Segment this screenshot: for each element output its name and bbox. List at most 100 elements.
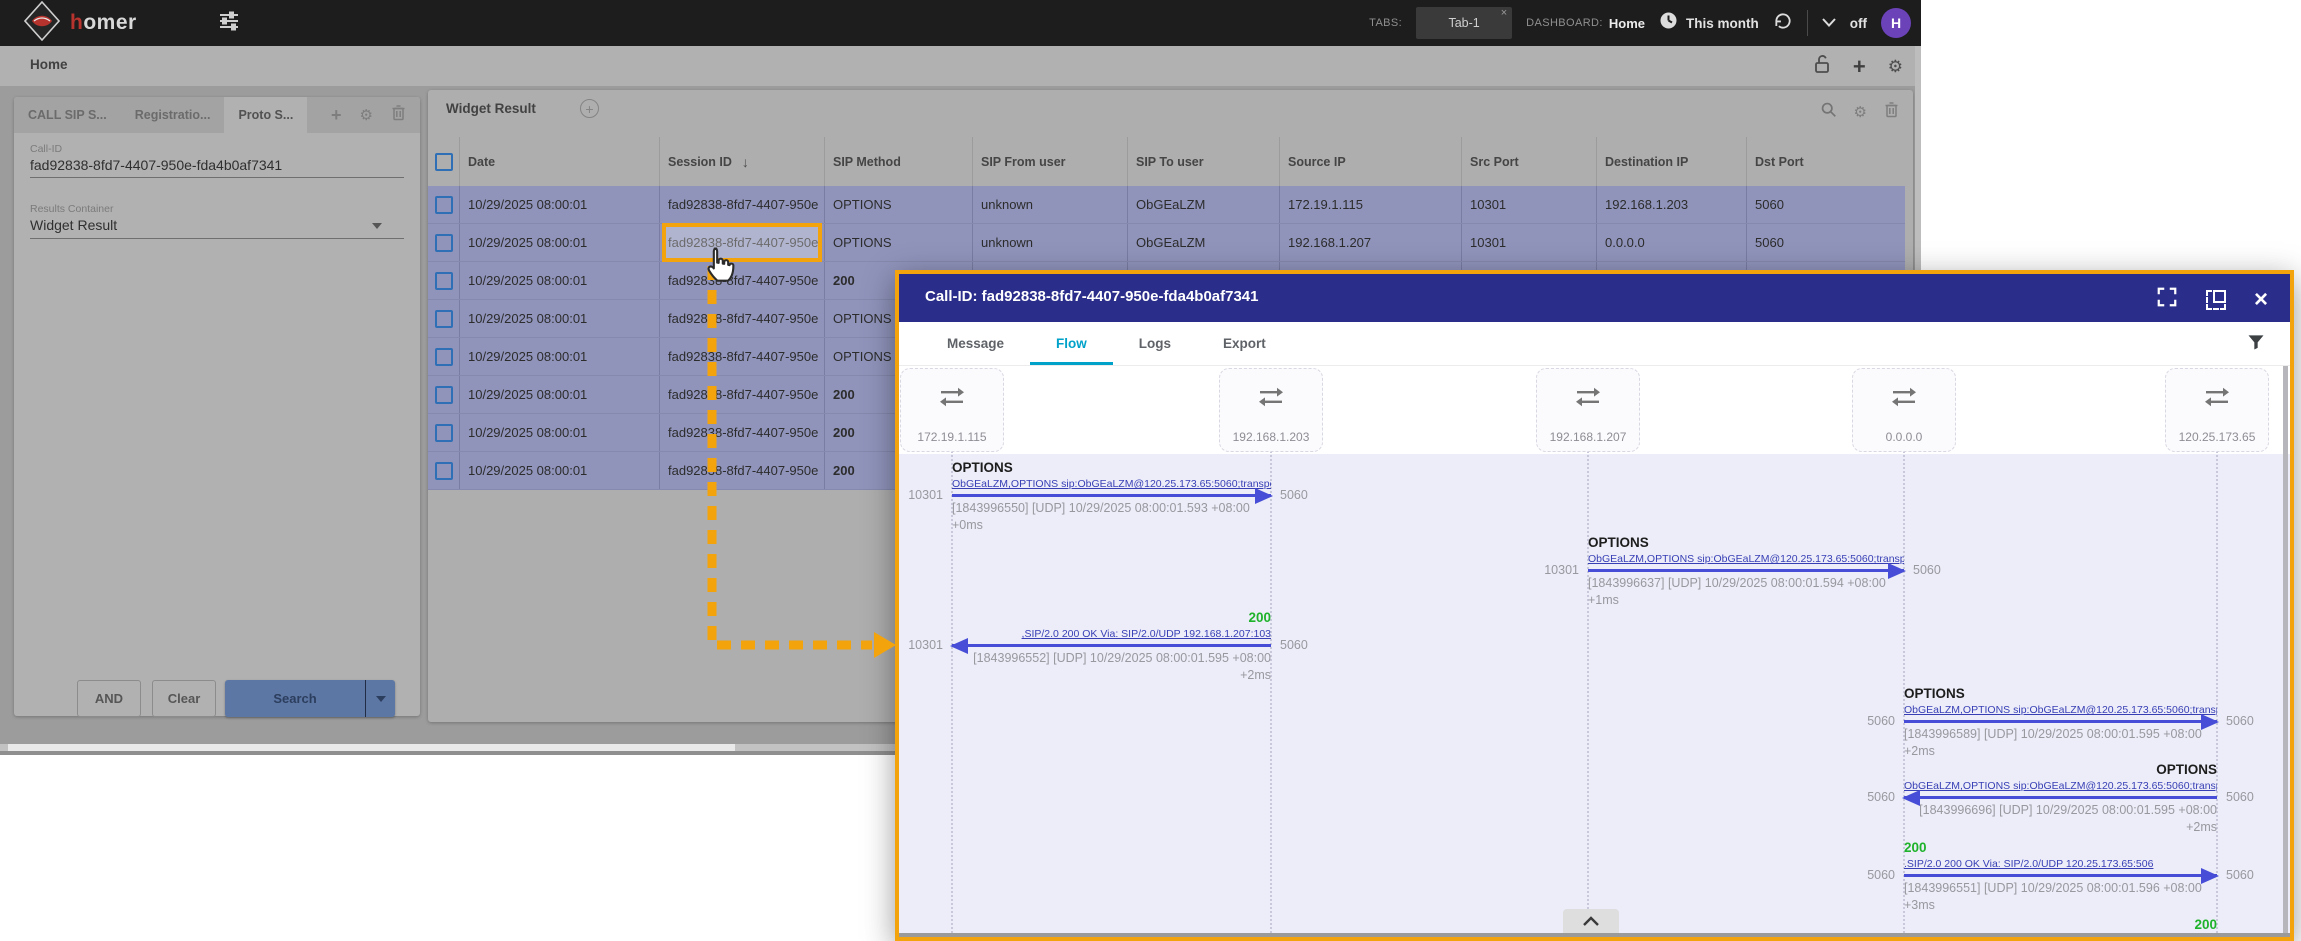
search-options-dropdown-icon[interactable]: [366, 680, 395, 717]
col-src-port[interactable]: Src Port: [1462, 137, 1597, 186]
tab-export[interactable]: Export: [1197, 322, 1292, 365]
results-container-dropdown-icon[interactable]: [372, 223, 382, 229]
flow-message[interactable]: 200 ,SIP/2.0 200 OK Via: SIP/2.0/UDP 192…: [952, 610, 1271, 682]
horizontal-scrollbar-thumb[interactable]: [8, 744, 735, 751]
modal-tabs: Message Flow Logs Export: [899, 322, 2290, 366]
unlock-icon[interactable]: [1813, 54, 1831, 79]
col-source-ip[interactable]: Source IP: [1280, 137, 1462, 186]
tab-call-sip-search[interactable]: CALL SIP S...: [14, 97, 121, 133]
tab-flow[interactable]: Flow: [1030, 322, 1113, 365]
refresh-icon[interactable]: [1773, 11, 1793, 36]
widget-settings-gear-icon[interactable]: ⚙: [1854, 103, 1867, 121]
row-checkbox[interactable]: [435, 386, 453, 404]
table-row[interactable]: 10/29/2025 08:00:01 fad92838-8fd7-4407-9…: [428, 186, 1905, 224]
col-sip-to-user[interactable]: SIP To user: [1128, 137, 1280, 186]
cell-session-id[interactable]: fad92838-8fd7-4407-950e: [660, 376, 825, 413]
sort-desc-icon[interactable]: ↓: [742, 154, 749, 170]
transfer-arrows-icon: [1220, 385, 1322, 409]
src-port-label: 10301: [1544, 563, 1579, 577]
panel-settings-gear-icon[interactable]: ⚙: [360, 106, 373, 124]
dashboard-settings-gear-icon[interactable]: ⚙: [1888, 57, 1903, 77]
call-id-input[interactable]: fad92838-8fd7-4407-950e-fda4b0af7341: [30, 157, 282, 173]
chevron-down-icon[interactable]: [1822, 14, 1836, 32]
homer-logo-icon[interactable]: [24, 1, 60, 46]
row-checkbox[interactable]: [435, 348, 453, 366]
close-icon[interactable]: ×: [2254, 290, 2268, 310]
message-link[interactable]: ObGEaLZM,OPTIONS sip:ObGEaLZM@120.25.173…: [1904, 780, 2217, 795]
cell-session-id[interactable]: fad92838-8fd7-4407-950e: [660, 414, 825, 451]
flow-message[interactable]: OPTIONS ObGEaLZM,OPTIONS sip:ObGEaLZM@12…: [1904, 762, 2217, 834]
flow-actor[interactable]: 172.19.1.115: [900, 368, 1004, 452]
message-link[interactable]: .SIP/2.0 200 OK Via: SIP/2.0/UDP 120.25.…: [1904, 858, 2217, 873]
widget-add-icon[interactable]: +: [580, 99, 599, 118]
modal-title: Call-ID: fad92838-8fd7-4407-950e-fda4b0a…: [925, 288, 1259, 305]
flow-message[interactable]: OPTIONS ObGEaLZM,OPTIONS sip:ObGEaLZM@12…: [952, 460, 1271, 532]
brand-name[interactable]: homer: [70, 11, 137, 35]
actor-ip: 192.168.1.207: [1537, 430, 1639, 444]
table-row[interactable]: 10/29/2025 08:00:01 fad92838-8fd7-4407-9…: [428, 224, 1905, 262]
flow-actor[interactable]: 192.168.1.207: [1536, 368, 1640, 452]
row-checkbox[interactable]: [435, 310, 453, 328]
tab-message[interactable]: Message: [921, 322, 1030, 365]
onoff-toggle[interactable]: off: [1850, 16, 1867, 31]
cell-session-id[interactable]: fad92838-8fd7-4407-950e: [660, 300, 825, 337]
row-checkbox[interactable]: [435, 424, 453, 442]
flow-right-scrollbar[interactable]: [2283, 366, 2288, 933]
select-all-checkbox[interactable]: [435, 153, 453, 171]
flow-message[interactable]: 200 .SIP/2.0 200 OK Via: SIP/2.0/UDP 120…: [1904, 840, 2217, 912]
message-link[interactable]: ObGEaLZM,OPTIONS sip:ObGEaLZM@120.25.173…: [1588, 553, 1904, 568]
copy-screenshot-icon[interactable]: [2206, 290, 2226, 310]
cell-session-id[interactable]: fad92838-8fd7-4407-950e: [660, 338, 825, 375]
row-checkbox[interactable]: [435, 272, 453, 290]
cell-session-id[interactable]: fad92838-8fd7-4407-950e: [660, 262, 825, 299]
tune-sliders-icon[interactable]: [217, 9, 241, 38]
user-avatar[interactable]: H: [1881, 8, 1911, 38]
time-range-button[interactable]: This month: [1659, 11, 1759, 35]
tab-chip-tab1[interactable]: Tab-1 ×: [1416, 7, 1512, 39]
flow-actor[interactable]: 0.0.0.0: [1852, 368, 1956, 452]
col-sip-from-user[interactable]: SIP From user: [973, 137, 1128, 186]
search-panel: CALL SIP S... Registratio... Proto S... …: [14, 97, 420, 716]
row-checkbox[interactable]: [435, 234, 453, 252]
widget-search-icon[interactable]: [1820, 101, 1837, 123]
flow-message[interactable]: OPTIONS ObGEaLZM,OPTIONS sip:ObGEaLZM@12…: [1904, 686, 2217, 758]
row-checkbox[interactable]: [435, 462, 453, 480]
add-widget-icon[interactable]: +: [1853, 57, 1866, 77]
col-date[interactable]: Date: [460, 137, 660, 186]
clear-button[interactable]: Clear: [152, 680, 216, 717]
message-link[interactable]: ObGEaLZM,OPTIONS sip:ObGEaLZM@120.25.173…: [952, 478, 1271, 493]
col-sip-method[interactable]: SIP Method: [825, 137, 973, 186]
dst-port-label: 5060: [1913, 563, 1941, 577]
and-button[interactable]: AND: [77, 680, 141, 717]
message-link[interactable]: ,SIP/2.0 200 OK Via: SIP/2.0/UDP 192.168…: [952, 628, 1271, 643]
col-destination-ip[interactable]: Destination IP: [1597, 137, 1747, 186]
tab-registration[interactable]: Registratio...: [121, 97, 225, 133]
add-tab-icon[interactable]: +: [331, 105, 342, 125]
flow-actor[interactable]: 192.168.1.203: [1219, 368, 1323, 452]
tab-logs[interactable]: Logs: [1113, 322, 1197, 365]
widget-delete-trash-icon[interactable]: [1884, 101, 1899, 123]
arrow-right-icon: [1904, 874, 2217, 877]
cell-session-id[interactable]: fad92838-8fd7-4407-950e: [660, 186, 825, 223]
results-container-select[interactable]: Widget Result: [30, 217, 117, 233]
widget-title: Widget Result: [446, 101, 536, 116]
row-checkbox[interactable]: [435, 196, 453, 214]
filter-funnel-icon[interactable]: [2246, 332, 2266, 357]
tab-proto-search[interactable]: Proto S...: [224, 97, 307, 133]
dashboard-value[interactable]: Home: [1609, 16, 1645, 31]
flow-bottom-scrollbar[interactable]: [899, 933, 2290, 937]
message-link[interactable]: ObGEaLZM,OPTIONS sip:ObGEaLZM@120.25.173…: [1904, 704, 2217, 719]
cell-from-user: unknown: [973, 224, 1128, 261]
panel-delete-trash-icon[interactable]: [391, 104, 406, 126]
search-button[interactable]: Search: [225, 680, 395, 717]
tab-close-icon[interactable]: ×: [1501, 7, 1507, 19]
col-session-id[interactable]: Session ID↓: [660, 137, 825, 186]
flow-actor[interactable]: 120.25.173.65: [2165, 368, 2269, 452]
cell-session-id[interactable]: fad92838-8fd7-4407-950e: [660, 452, 825, 489]
flow-message[interactable]: OPTIONS ObGEaLZM,OPTIONS sip:ObGEaLZM@12…: [1588, 535, 1904, 607]
col-dst-port[interactable]: Dst Port: [1747, 137, 1905, 186]
src-port-label: 5060: [1867, 868, 1895, 882]
collapse-flow-button[interactable]: [1563, 909, 1619, 933]
dst-port-label: 5060: [1867, 790, 1895, 804]
fullscreen-icon[interactable]: [2156, 286, 2178, 313]
